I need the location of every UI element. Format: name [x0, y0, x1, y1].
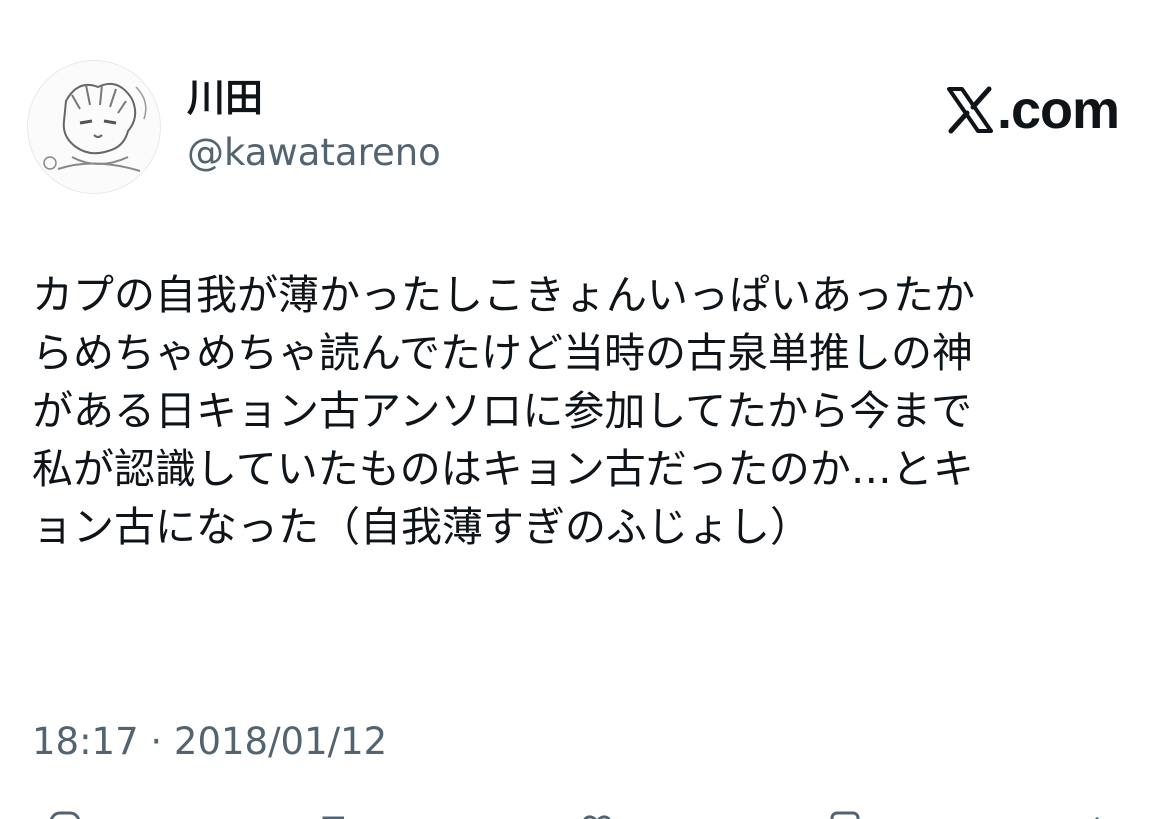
- display-name[interactable]: 川田: [187, 75, 441, 121]
- tweet-text-line: がある日キョン古アンソロに参加してたから今まで: [32, 387, 973, 435]
- action-bar: [0, 800, 1169, 819]
- tweet-text: カプの自我が薄かったしこきょんいっぱいあったか らめちゃめちゃ読んでたけど当時の…: [32, 266, 1132, 556]
- brand-watermark: .com: [945, 80, 1120, 140]
- retweet-icon[interactable]: [318, 810, 352, 819]
- brand-domain: .com: [996, 80, 1120, 140]
- user-identity: 川田 @kawatareno: [187, 75, 441, 175]
- tweet-text-line: 私が認識していたものはキョン古だったのか…とキ: [32, 445, 974, 493]
- share-icon[interactable]: [1080, 810, 1114, 819]
- like-icon[interactable]: [580, 810, 614, 819]
- sketch-avatar-icon[interactable]: [27, 60, 161, 194]
- tweet-text-line: らめちゃめちゃ読んでたけど当時の古泉単推しの神: [32, 329, 973, 377]
- tweet-text-line: ョン古になった（自我薄すぎのふじょし）: [32, 503, 811, 551]
- user-handle[interactable]: @kawatareno: [187, 131, 441, 175]
- tweet-header: 川田 @kawatareno .com: [0, 0, 1169, 200]
- tweet-timestamp[interactable]: 18:17 · 2018/01/12: [32, 718, 387, 766]
- reply-icon[interactable]: [48, 810, 82, 819]
- bookmark-icon[interactable]: [828, 810, 862, 819]
- x-logo-icon: [946, 86, 993, 134]
- tweet-text-line: カプの自我が薄かったしこきょんいっぱいあったか: [32, 271, 975, 319]
